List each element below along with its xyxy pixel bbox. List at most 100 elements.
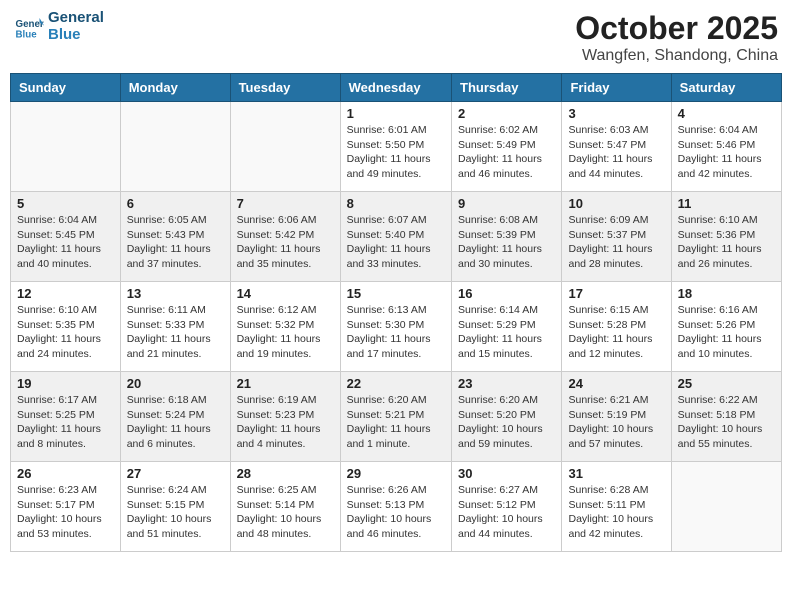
day-number: 19 [17,376,114,391]
day-number: 27 [127,466,224,481]
weekday-header-thursday: Thursday [452,74,562,102]
calendar-day-26: 26 Sunrise: 6:23 AM Sunset: 5:17 PM Dayli… [11,462,121,552]
logo-text-line1: General [48,10,104,27]
day-number: 14 [237,286,334,301]
day-number: 28 [237,466,334,481]
day-info: Sunrise: 6:12 AM Sunset: 5:32 PM Dayligh… [237,303,334,362]
weekday-header-friday: Friday [562,74,671,102]
day-info: Sunrise: 6:20 AM Sunset: 5:20 PM Dayligh… [458,393,555,452]
day-info: Sunrise: 6:02 AM Sunset: 5:49 PM Dayligh… [458,123,555,182]
calendar-day-31: 31Sunrise: 6:28 AM Sunset: 5:11 PM Dayli… [562,462,671,552]
day-number: 17 [568,286,664,301]
day-number: 25 [678,376,775,391]
day-number: 23 [458,376,555,391]
logo-text-line2: Blue [48,27,104,44]
calendar-day-21: 21Sunrise: 6:19 AM Sunset: 5:23 PM Dayli… [230,372,340,462]
calendar-day-empty [230,102,340,192]
day-info: Sunrise: 6:07 AM Sunset: 5:40 PM Dayligh… [347,213,445,272]
calendar-day-22: 22Sunrise: 6:20 AM Sunset: 5:21 PM Dayli… [340,372,451,462]
day-info: Sunrise: 6:20 AM Sunset: 5:21 PM Dayligh… [347,393,445,452]
calendar-day-19: 19 Sunrise: 6:17 AM Sunset: 5:25 PM Dayli… [11,372,121,462]
day-info: Sunrise: 6:05 AM Sunset: 5:43 PM Dayligh… [127,213,224,272]
calendar-day-29: 29Sunrise: 6:26 AM Sunset: 5:13 PM Dayli… [340,462,451,552]
calendar-day-empty [671,462,781,552]
calendar-day-24: 24 Sunrise: 6:21 AM Sunset: 5:19 PM Dayli… [562,372,671,462]
day-number: 3 [568,106,664,121]
day-number: 9 [458,196,555,211]
calendar-week-row: 26 Sunrise: 6:23 AM Sunset: 5:17 PM Dayli… [11,462,782,552]
calendar-day-18: 18 Sunrise: 6:16 AM Sunset: 5:26 PM Dayli… [671,282,781,372]
title-area: October 2025 Wangfen, Shandong, China [575,10,778,65]
day-info: Sunrise: 6:24 AM Sunset: 5:15 PM Dayligh… [127,483,224,542]
calendar-week-row: 1 Sunrise: 6:01 AM Sunset: 5:50 PM Daylig… [11,102,782,192]
calendar-day-23: 23 Sunrise: 6:20 AM Sunset: 5:20 PM Dayli… [452,372,562,462]
calendar-day-11: 11Sunrise: 6:10 AM Sunset: 5:36 PM Dayli… [671,192,781,282]
calendar-day-15: 15Sunrise: 6:13 AM Sunset: 5:30 PM Dayli… [340,282,451,372]
day-info: Sunrise: 6:25 AM Sunset: 5:14 PM Dayligh… [237,483,334,542]
day-info: Sunrise: 6:10 AM Sunset: 5:35 PM Dayligh… [17,303,114,362]
weekday-header-saturday: Saturday [671,74,781,102]
day-info: Sunrise: 6:28 AM Sunset: 5:11 PM Dayligh… [568,483,664,542]
calendar-day-empty [120,102,230,192]
day-number: 24 [568,376,664,391]
day-number: 11 [678,196,775,211]
calendar-day-7: 7Sunrise: 6:06 AM Sunset: 5:42 PM Daylig… [230,192,340,282]
weekday-header-tuesday: Tuesday [230,74,340,102]
calendar-day-8: 8 Sunrise: 6:07 AM Sunset: 5:40 PM Daylig… [340,192,451,282]
day-info: Sunrise: 6:06 AM Sunset: 5:42 PM Dayligh… [237,213,334,272]
calendar-table: SundayMondayTuesdayWednesdayThursdayFrid… [10,73,782,552]
calendar-day-3: 3 Sunrise: 6:03 AM Sunset: 5:47 PM Daylig… [562,102,671,192]
calendar-day-14: 14 Sunrise: 6:12 AM Sunset: 5:32 PM Dayli… [230,282,340,372]
calendar-day-16: 16Sunrise: 6:14 AM Sunset: 5:29 PM Dayli… [452,282,562,372]
day-number: 21 [237,376,334,391]
day-number: 16 [458,286,555,301]
day-info: Sunrise: 6:11 AM Sunset: 5:33 PM Dayligh… [127,303,224,362]
day-number: 1 [347,106,445,121]
day-info: Sunrise: 6:09 AM Sunset: 5:37 PM Dayligh… [568,213,664,272]
location: Wangfen, Shandong, China [575,47,778,65]
day-number: 30 [458,466,555,481]
day-number: 8 [347,196,445,211]
weekday-header-sunday: Sunday [11,74,121,102]
calendar-day-28: 28 Sunrise: 6:25 AM Sunset: 5:14 PM Dayli… [230,462,340,552]
svg-text:Blue: Blue [16,29,38,40]
calendar-day-2: 2 Sunrise: 6:02 AM Sunset: 5:49 PM Daylig… [452,102,562,192]
day-number: 2 [458,106,555,121]
day-number: 5 [17,196,114,211]
calendar-day-empty [11,102,121,192]
day-info: Sunrise: 6:15 AM Sunset: 5:28 PM Dayligh… [568,303,664,362]
day-number: 13 [127,286,224,301]
day-number: 4 [678,106,775,121]
calendar-week-row: 5Sunrise: 6:04 AM Sunset: 5:45 PM Daylig… [11,192,782,282]
day-info: Sunrise: 6:03 AM Sunset: 5:47 PM Dayligh… [568,123,664,182]
calendar-day-12: 12Sunrise: 6:10 AM Sunset: 5:35 PM Dayli… [11,282,121,372]
day-info: Sunrise: 6:04 AM Sunset: 5:46 PM Dayligh… [678,123,775,182]
calendar-day-17: 17 Sunrise: 6:15 AM Sunset: 5:28 PM Dayli… [562,282,671,372]
day-info: Sunrise: 6:21 AM Sunset: 5:19 PM Dayligh… [568,393,664,452]
day-info: Sunrise: 6:17 AM Sunset: 5:25 PM Dayligh… [17,393,114,452]
calendar-day-10: 10Sunrise: 6:09 AM Sunset: 5:37 PM Dayli… [562,192,671,282]
day-info: Sunrise: 6:01 AM Sunset: 5:50 PM Dayligh… [347,123,445,182]
calendar-day-20: 20Sunrise: 6:18 AM Sunset: 5:24 PM Dayli… [120,372,230,462]
calendar-week-row: 12Sunrise: 6:10 AM Sunset: 5:35 PM Dayli… [11,282,782,372]
page-header: General Blue General Blue October 2025 W… [10,10,782,65]
calendar-day-6: 6Sunrise: 6:05 AM Sunset: 5:43 PM Daylig… [120,192,230,282]
calendar-day-27: 27 Sunrise: 6:24 AM Sunset: 5:15 PM Dayli… [120,462,230,552]
day-info: Sunrise: 6:13 AM Sunset: 5:30 PM Dayligh… [347,303,445,362]
calendar-day-5: 5Sunrise: 6:04 AM Sunset: 5:45 PM Daylig… [11,192,121,282]
logo: General Blue General Blue [14,10,104,43]
day-number: 20 [127,376,224,391]
day-number: 26 [17,466,114,481]
day-info: Sunrise: 6:16 AM Sunset: 5:26 PM Dayligh… [678,303,775,362]
calendar-week-row: 19 Sunrise: 6:17 AM Sunset: 5:25 PM Dayli… [11,372,782,462]
weekday-header-monday: Monday [120,74,230,102]
logo-icon: General Blue [14,12,44,42]
weekday-header-wednesday: Wednesday [340,74,451,102]
calendar-day-30: 30Sunrise: 6:27 AM Sunset: 5:12 PM Dayli… [452,462,562,552]
calendar-day-25: 25Sunrise: 6:22 AM Sunset: 5:18 PM Dayli… [671,372,781,462]
day-info: Sunrise: 6:23 AM Sunset: 5:17 PM Dayligh… [17,483,114,542]
day-number: 18 [678,286,775,301]
day-info: Sunrise: 6:08 AM Sunset: 5:39 PM Dayligh… [458,213,555,272]
weekday-header-row: SundayMondayTuesdayWednesdayThursdayFrid… [11,74,782,102]
calendar-day-13: 13 Sunrise: 6:11 AM Sunset: 5:33 PM Dayli… [120,282,230,372]
